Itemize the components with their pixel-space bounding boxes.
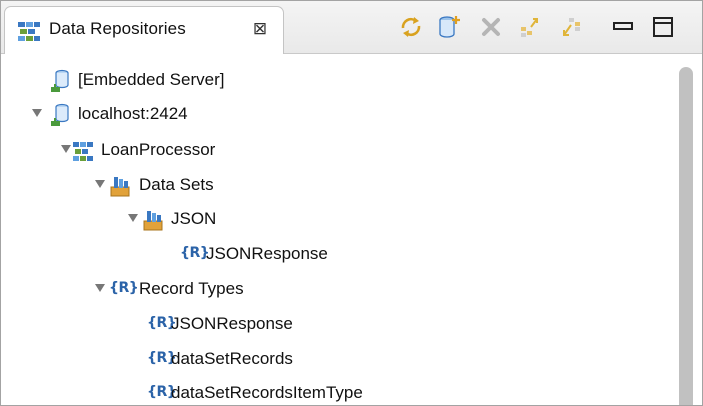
tree-row-jsonresponse-dataset[interactable]: {R} JSONResponse xyxy=(1,238,661,272)
data-repositories-view: Data Repositories ⊠ [Embedded Server] lo… xyxy=(0,0,703,406)
expand-triangle-icon[interactable] xyxy=(94,178,106,190)
tree-row-loanprocessor[interactable]: LoanProcessor xyxy=(1,134,661,168)
new-repository-icon[interactable] xyxy=(437,15,461,39)
collapse-all-icon[interactable] xyxy=(559,15,583,39)
tree-row-embedded-server[interactable]: [Embedded Server] xyxy=(1,64,661,98)
tab-data-repositories[interactable]: Data Repositories ⊠ xyxy=(4,6,284,54)
repository-tree: [Embedded Server] localhost:2424 LoanPro… xyxy=(1,54,671,405)
database-icon xyxy=(49,69,71,93)
tree-label: JSON xyxy=(171,209,217,228)
repository-view-icon xyxy=(16,19,42,43)
tree-label: JSONResponse xyxy=(171,314,293,333)
data-set-icon xyxy=(142,208,164,232)
expand-all-icon[interactable] xyxy=(519,15,543,39)
expand-triangle-icon[interactable] xyxy=(60,143,72,155)
scrollbar-thumb[interactable] xyxy=(679,67,693,405)
expand-triangle-icon[interactable] xyxy=(94,282,106,294)
tree-label: localhost:2424 xyxy=(78,104,188,123)
tree-row-datasetrecordsitemtype[interactable]: {R} dataSetRecordsItemType xyxy=(1,377,661,405)
tree-label: [Embedded Server] xyxy=(78,70,225,89)
data-set-folder-icon xyxy=(109,174,131,198)
view-header: Data Repositories ⊠ xyxy=(1,1,702,54)
tab-label: Data Repositories xyxy=(49,19,186,38)
tree-label: JSONResponse xyxy=(206,244,328,263)
maximize-icon[interactable] xyxy=(651,15,675,39)
close-icon[interactable]: ⊠ xyxy=(250,19,270,39)
tree-row-json[interactable]: JSON xyxy=(1,203,661,237)
tree-row-jsonresponse-record[interactable]: {R} JSONResponse xyxy=(1,308,661,342)
expand-triangle-icon[interactable] xyxy=(31,107,43,119)
delete-icon[interactable] xyxy=(479,15,503,39)
tree-row-data-sets[interactable]: Data Sets xyxy=(1,169,661,203)
tree-label: Data Sets xyxy=(139,175,214,194)
tree-row-localhost[interactable]: localhost:2424 xyxy=(1,98,661,132)
record-icon: {R} xyxy=(180,245,210,261)
record-icon: {R} xyxy=(109,280,139,296)
tree-label: dataSetRecordsItemType xyxy=(171,383,363,402)
repository-icon xyxy=(72,139,94,163)
tree-label: dataSetRecords xyxy=(171,349,293,368)
tree-row-record-types[interactable]: {R} Record Types xyxy=(1,273,661,307)
refresh-icon[interactable] xyxy=(399,15,423,39)
tree-label: LoanProcessor xyxy=(101,140,216,159)
database-icon xyxy=(49,103,71,127)
minimize-icon[interactable] xyxy=(611,15,635,39)
tree-label: Record Types xyxy=(139,279,244,298)
expand-triangle-icon[interactable] xyxy=(127,212,139,224)
tree-row-datasetrecords[interactable]: {R} dataSetRecords xyxy=(1,343,661,377)
